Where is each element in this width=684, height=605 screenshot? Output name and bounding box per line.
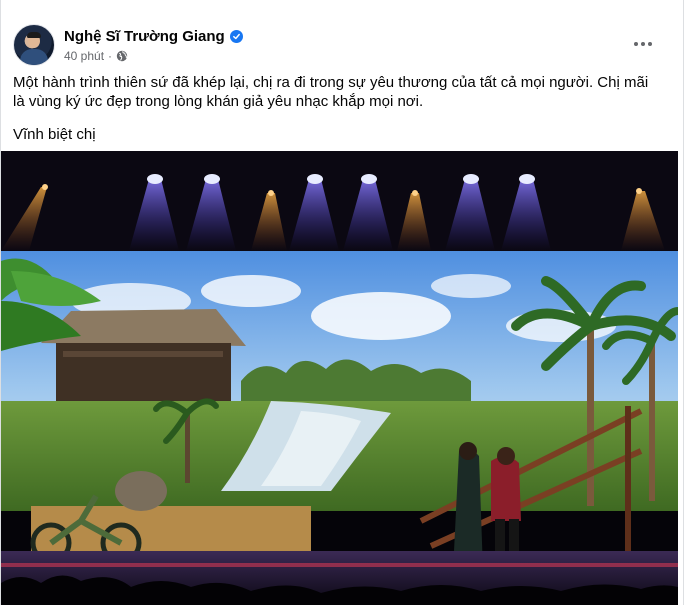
post-meta: Nghệ Sĩ Trường Giang 40 phút · — [64, 28, 243, 63]
more-options-button[interactable] — [627, 32, 659, 56]
caption-paragraph: Một hành trình thiên sứ đã khép lại, chị… — [13, 74, 649, 110]
verified-badge-icon — [229, 30, 243, 43]
author-avatar[interactable] — [13, 24, 55, 66]
post-photo[interactable] — [1, 151, 678, 605]
post-header: Nghệ Sĩ Trường Giang 40 phút · — [13, 24, 243, 66]
meta-separator: · — [108, 48, 113, 63]
post-subline: 40 phút · — [64, 49, 243, 63]
post-caption: Một hành trình thiên sứ đã khép lại, chị… — [13, 73, 663, 158]
globe-icon[interactable] — [116, 50, 128, 62]
caption-paragraph: Vĩnh biệt chị — [13, 126, 96, 143]
post-timestamp[interactable]: 40 phút — [64, 49, 104, 63]
stage-photo-illustration — [1, 151, 678, 605]
author-name-row: Nghệ Sĩ Trường Giang — [64, 28, 243, 46]
more-horizontal-icon — [634, 42, 638, 46]
facebook-post-card: Nghệ Sĩ Trường Giang 40 phút · Một hành — [0, 0, 684, 605]
author-name[interactable]: Nghệ Sĩ Trường Giang — [64, 28, 225, 46]
